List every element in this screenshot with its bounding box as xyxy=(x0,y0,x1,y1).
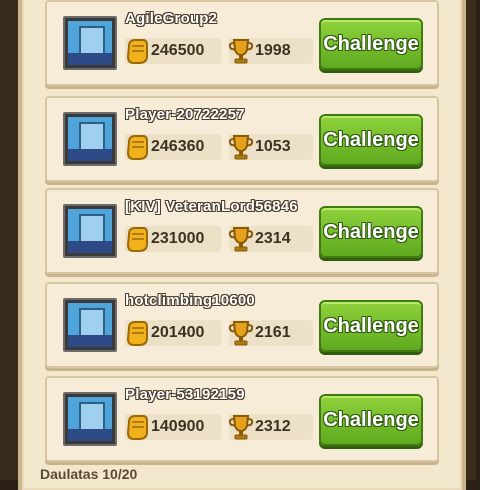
gold-stat: 246500 xyxy=(125,38,221,64)
avatar xyxy=(63,204,117,258)
opponent-row: Player-53192159 140900 2312 Challenge xyxy=(45,376,439,462)
trophy-icon xyxy=(228,135,254,160)
gold-stat: 246360 xyxy=(125,134,221,160)
trophy-icon xyxy=(228,39,254,64)
gold-fist-icon xyxy=(126,321,148,346)
opponent-name: [KIV] VeteranLord56846 xyxy=(125,198,298,215)
avatar xyxy=(63,16,117,70)
opponent-name: hotclimbing10600 xyxy=(125,292,255,309)
trophy-icon xyxy=(228,321,254,346)
opponent-row: [KIV] VeteranLord56846 231000 2314 Chall… xyxy=(45,188,439,274)
gold-fist-icon xyxy=(126,39,148,64)
gold-stat: 231000 xyxy=(125,226,221,252)
gold-stat: 140900 xyxy=(125,414,221,440)
avatar xyxy=(63,392,117,446)
opponent-row: hotclimbing10600 201400 2161 Challenge xyxy=(45,282,439,368)
avatar xyxy=(63,112,117,166)
trophy-value: 1053 xyxy=(255,138,291,155)
gold-value: 246500 xyxy=(151,42,205,59)
gold-value: 231000 xyxy=(151,230,205,247)
trophy-value: 1998 xyxy=(255,42,291,59)
gold-value: 201400 xyxy=(151,324,205,341)
challenge-button[interactable]: Challenge xyxy=(319,394,423,446)
challenge-button[interactable]: Challenge xyxy=(319,114,423,166)
opponent-row: AgileGroup2 246500 1998 Challenge xyxy=(45,0,439,86)
gold-fist-icon xyxy=(126,227,148,252)
challenge-button[interactable]: Challenge xyxy=(319,206,423,258)
trophy-value: 2312 xyxy=(255,418,291,435)
trophy-stat: 2314 xyxy=(228,226,313,252)
trophy-stat: 2312 xyxy=(228,414,313,440)
trophy-value: 2314 xyxy=(255,230,291,247)
opponent-name: Player-53192159 xyxy=(125,386,245,403)
avatar xyxy=(63,298,117,352)
trophy-value: 2161 xyxy=(255,324,291,341)
trophy-icon xyxy=(228,227,254,252)
gold-fist-icon xyxy=(126,415,148,440)
opponent-row: Player-20722257 246360 1053 Challenge xyxy=(45,96,439,182)
trophy-stat: 2161 xyxy=(228,320,313,346)
trophy-stat: 1998 xyxy=(228,38,313,64)
gold-fist-icon xyxy=(126,135,148,160)
gold-stat: 201400 xyxy=(125,320,221,346)
gold-value: 246360 xyxy=(151,138,205,155)
opponent-name: Player-20722257 xyxy=(125,106,245,123)
challenge-button[interactable]: Challenge xyxy=(319,300,423,352)
opponent-name: AgileGroup2 xyxy=(125,10,218,27)
gold-value: 140900 xyxy=(151,418,205,435)
trophy-stat: 1053 xyxy=(228,134,313,160)
trophy-icon xyxy=(228,415,254,440)
challenge-button[interactable]: Challenge xyxy=(319,18,423,70)
